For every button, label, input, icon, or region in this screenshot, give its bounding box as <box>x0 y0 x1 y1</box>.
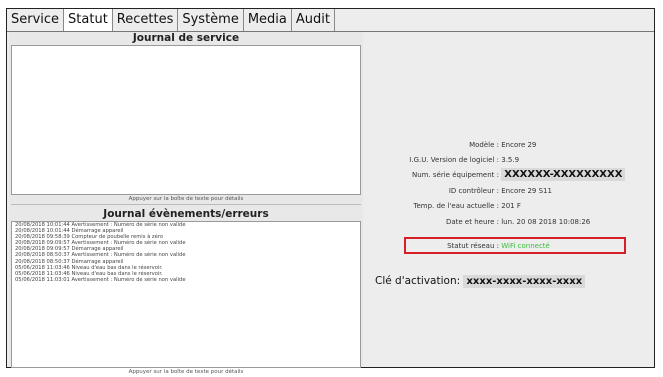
events-log-title: Journal évènements/erreurs <box>103 208 269 220</box>
tab-recettes[interactable]: Recettes <box>113 9 179 31</box>
serial-label: Num. série équipement : <box>411 171 499 179</box>
network-status-row: Statut réseau : WiFi connecté <box>364 242 654 250</box>
event-list: 20/08/2018 10:01:44 Avertissement : Numé… <box>12 222 360 283</box>
event-log-line: 05/06/2018 11:03:01 Avertissement : Numé… <box>15 276 186 283</box>
app-window: Service Statut Recettes Système Media Au… <box>6 8 655 375</box>
model-value: Encore 29 <box>501 141 537 149</box>
tab-service[interactable]: Service <box>7 9 65 31</box>
activation-row: Clé d'activation: xxxx-xxxx-xxxx-xxxx <box>375 275 586 288</box>
tab-statut[interactable]: Statut <box>64 9 113 31</box>
tab-audit[interactable]: Audit <box>292 9 335 31</box>
logs-panel: Journal de service Appuyer sur la boîte … <box>9 32 363 375</box>
tab-media[interactable]: Media <box>244 9 292 31</box>
service-log-textbox[interactable] <box>11 45 361 195</box>
datetime-label: Date et heure : <box>445 218 499 226</box>
serial-row: Num. série équipement : XXXXXX-XXXXXXXXX <box>364 168 654 181</box>
service-log-hint: Appuyer sur la boîte de texte pour détai… <box>128 196 244 202</box>
controller-row: ID contrôleur : Encore 29 S11 <box>364 187 654 195</box>
datetime-value: lun. 20 08 2018 10:08:26 <box>501 218 591 226</box>
water-temp-label: Temp. de l'eau actuelle : <box>413 202 499 210</box>
network-status-value: WiFi connecté <box>501 242 550 250</box>
software-version-row: I.G.U. Version de logiciel : 3.5.9 <box>364 156 654 164</box>
status-panel: Modèle : Encore 29 I.G.U. Version de log… <box>364 32 654 367</box>
datetime-row: Date et heure : lun. 20 08 2018 10:08:26 <box>364 218 654 226</box>
events-log-textbox[interactable]: 20/08/2018 10:01:44 Avertissement : Numé… <box>11 221 361 368</box>
model-label: Modèle : <box>469 141 499 149</box>
activation-label: Clé d'activation: <box>375 275 461 287</box>
model-row: Modèle : Encore 29 <box>364 141 654 149</box>
service-log-title: Journal de service <box>132 32 240 44</box>
tab-bar: Service Statut Recettes Système Media Au… <box>7 9 335 31</box>
activation-value: xxxx-xxxx-xxxx-xxxx <box>463 275 586 288</box>
controller-value: Encore 29 S11 <box>501 187 552 195</box>
water-temp-row: Temp. de l'eau actuelle : 201 F <box>364 202 654 210</box>
software-version-label: I.G.U. Version de logiciel : <box>409 156 499 164</box>
controller-label: ID contrôleur : <box>448 187 499 195</box>
software-version-value: 3.5.9 <box>501 156 520 164</box>
network-status-label: Statut réseau : <box>447 242 499 250</box>
section-divider <box>11 204 361 205</box>
tab-systeme[interactable]: Système <box>178 9 244 31</box>
serial-value: XXXXXX-XXXXXXXXX <box>501 168 626 181</box>
water-temp-value: 201 F <box>501 202 521 210</box>
